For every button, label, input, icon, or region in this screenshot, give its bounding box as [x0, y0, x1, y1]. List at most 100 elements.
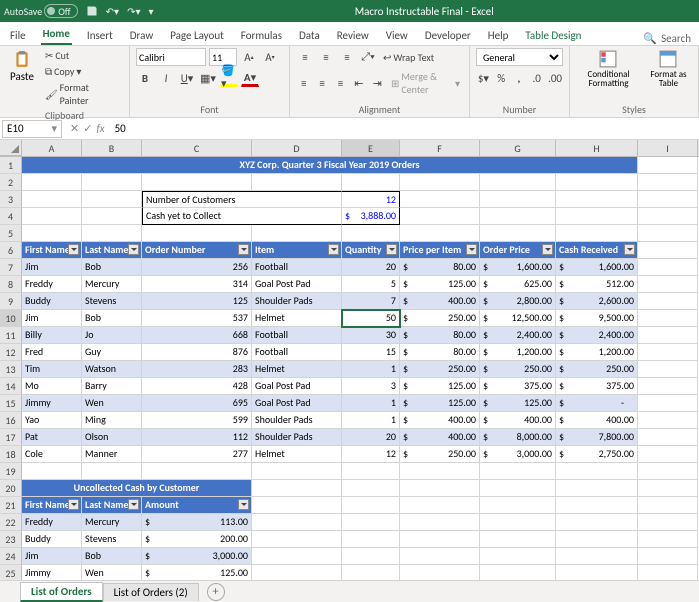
- row-header-18[interactable]: 18: [0, 446, 22, 463]
- row-header-24[interactable]: 24: [0, 548, 22, 565]
- tab-help[interactable]: Help: [486, 26, 511, 45]
- row-header-16[interactable]: 16: [0, 412, 22, 429]
- cancel-formula-icon[interactable]: ✕: [70, 122, 79, 135]
- copy-button[interactable]: ⧉Copy ▾: [42, 64, 123, 79]
- accept-formula-icon[interactable]: ✓: [83, 122, 92, 135]
- add-sheet-button[interactable]: +: [207, 583, 225, 601]
- cut-button[interactable]: ✂Cut: [42, 48, 123, 63]
- font-name-select[interactable]: [136, 48, 206, 66]
- bold-button[interactable]: B: [136, 69, 154, 87]
- tab-page-layout[interactable]: Page Layout: [168, 26, 226, 45]
- sheet-tab-1[interactable]: List of Orders (2): [103, 583, 199, 601]
- orientation-button[interactable]: ⤢▾: [359, 48, 377, 66]
- table-header[interactable]: Quantity: [342, 242, 400, 259]
- filter-icon[interactable]: [238, 244, 249, 255]
- filter-icon[interactable]: [328, 244, 339, 255]
- filter-icon[interactable]: [68, 499, 79, 510]
- table-header[interactable]: Item: [252, 242, 342, 259]
- table-header[interactable]: Last Name: [82, 242, 142, 259]
- align-right-button[interactable]: ≡: [333, 74, 348, 92]
- row-header-10[interactable]: 10: [0, 310, 22, 327]
- tab-insert[interactable]: Insert: [85, 26, 115, 45]
- row-header-13[interactable]: 13: [0, 361, 22, 378]
- align-bottom-button[interactable]: ≡: [338, 48, 356, 66]
- fx-icon[interactable]: fx: [96, 122, 104, 135]
- tab-developer[interactable]: Developer: [423, 26, 473, 45]
- column-header-A[interactable]: A: [22, 140, 82, 156]
- font-color-button[interactable]: A▾: [241, 69, 259, 87]
- tab-review[interactable]: Review: [335, 26, 371, 45]
- filter-icon[interactable]: [128, 244, 139, 255]
- tab-formulas[interactable]: Formulas: [239, 26, 284, 45]
- filter-icon[interactable]: [68, 244, 79, 255]
- row-header-23[interactable]: 23: [0, 531, 22, 548]
- row-header-19[interactable]: 19: [0, 463, 22, 480]
- align-center-button[interactable]: ≡: [314, 74, 329, 92]
- table-header[interactable]: Price per Item: [400, 242, 480, 259]
- row-header-20[interactable]: 20: [0, 480, 22, 497]
- table-header[interactable]: Order Price: [480, 242, 556, 259]
- border-button[interactable]: ▦▾: [199, 69, 217, 87]
- row-header-25[interactable]: 25: [0, 565, 22, 580]
- filter-icon[interactable]: [466, 244, 477, 255]
- number-format-select[interactable]: General: [476, 48, 563, 66]
- row-header-1[interactable]: 1: [0, 157, 22, 174]
- row-header-21[interactable]: 21: [0, 497, 22, 514]
- row-header-12[interactable]: 12: [0, 344, 22, 361]
- row-header-7[interactable]: 7: [0, 259, 22, 276]
- merge-center-button[interactable]: ⊞Merge & Center ▾: [388, 69, 463, 97]
- column-header-B[interactable]: B: [82, 140, 142, 156]
- formula-bar[interactable]: 50: [111, 122, 699, 135]
- row-header-14[interactable]: 14: [0, 378, 22, 395]
- currency-button[interactable]: $▾: [476, 69, 491, 87]
- format-as-table-button[interactable]: Format as Table: [645, 48, 692, 90]
- align-middle-button[interactable]: ≡: [317, 48, 335, 66]
- autosave-toggle[interactable]: AutoSave Off: [4, 4, 78, 18]
- filter-icon[interactable]: [238, 499, 249, 510]
- table-header[interactable]: Cash Received: [556, 242, 638, 259]
- filter-icon[interactable]: [386, 244, 397, 255]
- redo-icon[interactable]: ↷▾: [127, 5, 140, 18]
- row-header-22[interactable]: 22: [0, 514, 22, 531]
- tab-view[interactable]: View: [384, 26, 410, 45]
- qat-more-icon[interactable]: ▾: [148, 5, 153, 18]
- shrink-font-button[interactable]: A▾: [261, 48, 279, 66]
- paste-button[interactable]: Paste: [6, 48, 38, 108]
- fill-color-button[interactable]: 🪣▾: [220, 69, 238, 87]
- conditional-formatting-button[interactable]: Conditional Formatting: [576, 48, 641, 90]
- row-header-15[interactable]: 15: [0, 395, 22, 412]
- tab-file[interactable]: File: [8, 26, 28, 45]
- row-header-11[interactable]: 11: [0, 327, 22, 344]
- search-box[interactable]: 🔍 Search: [643, 32, 691, 45]
- column-header-D[interactable]: D: [252, 140, 342, 156]
- row-header-4[interactable]: 4: [0, 208, 22, 225]
- indent-dec-button[interactable]: ⇤: [351, 74, 366, 92]
- undo-icon[interactable]: ↶▾: [106, 5, 119, 18]
- column-header-F[interactable]: F: [400, 140, 480, 156]
- filter-icon[interactable]: [542, 244, 553, 255]
- column-header-C[interactable]: C: [142, 140, 252, 156]
- sheet-tab-0[interactable]: List of Orders: [20, 582, 103, 602]
- row-header-5[interactable]: 5: [0, 225, 22, 242]
- filter-icon[interactable]: [624, 244, 635, 255]
- decrease-decimal-button[interactable]: .00: [547, 69, 563, 87]
- align-top-button[interactable]: ≡: [296, 48, 314, 66]
- select-all-corner[interactable]: [0, 140, 22, 156]
- indent-inc-button[interactable]: ⇥: [370, 74, 385, 92]
- row-header-9[interactable]: 9: [0, 293, 22, 310]
- wrap-text-button[interactable]: ↩Wrap Text: [380, 50, 437, 65]
- column-header-G[interactable]: G: [480, 140, 556, 156]
- align-left-button[interactable]: ≡: [296, 74, 311, 92]
- italic-button[interactable]: I: [157, 69, 175, 87]
- row-header-6[interactable]: 6: [0, 242, 22, 259]
- tab-data[interactable]: Data: [297, 26, 322, 45]
- percent-button[interactable]: %: [494, 69, 509, 87]
- filter-icon[interactable]: [128, 499, 139, 510]
- row-header-17[interactable]: 17: [0, 429, 22, 446]
- comma-button[interactable]: ,: [512, 69, 527, 87]
- table-header[interactable]: Order Number: [142, 242, 252, 259]
- grow-font-button[interactable]: A▴: [240, 48, 258, 66]
- underline-button[interactable]: U▾: [178, 69, 196, 87]
- tab-home[interactable]: Home: [41, 24, 72, 45]
- table-header[interactable]: First Name: [22, 242, 82, 259]
